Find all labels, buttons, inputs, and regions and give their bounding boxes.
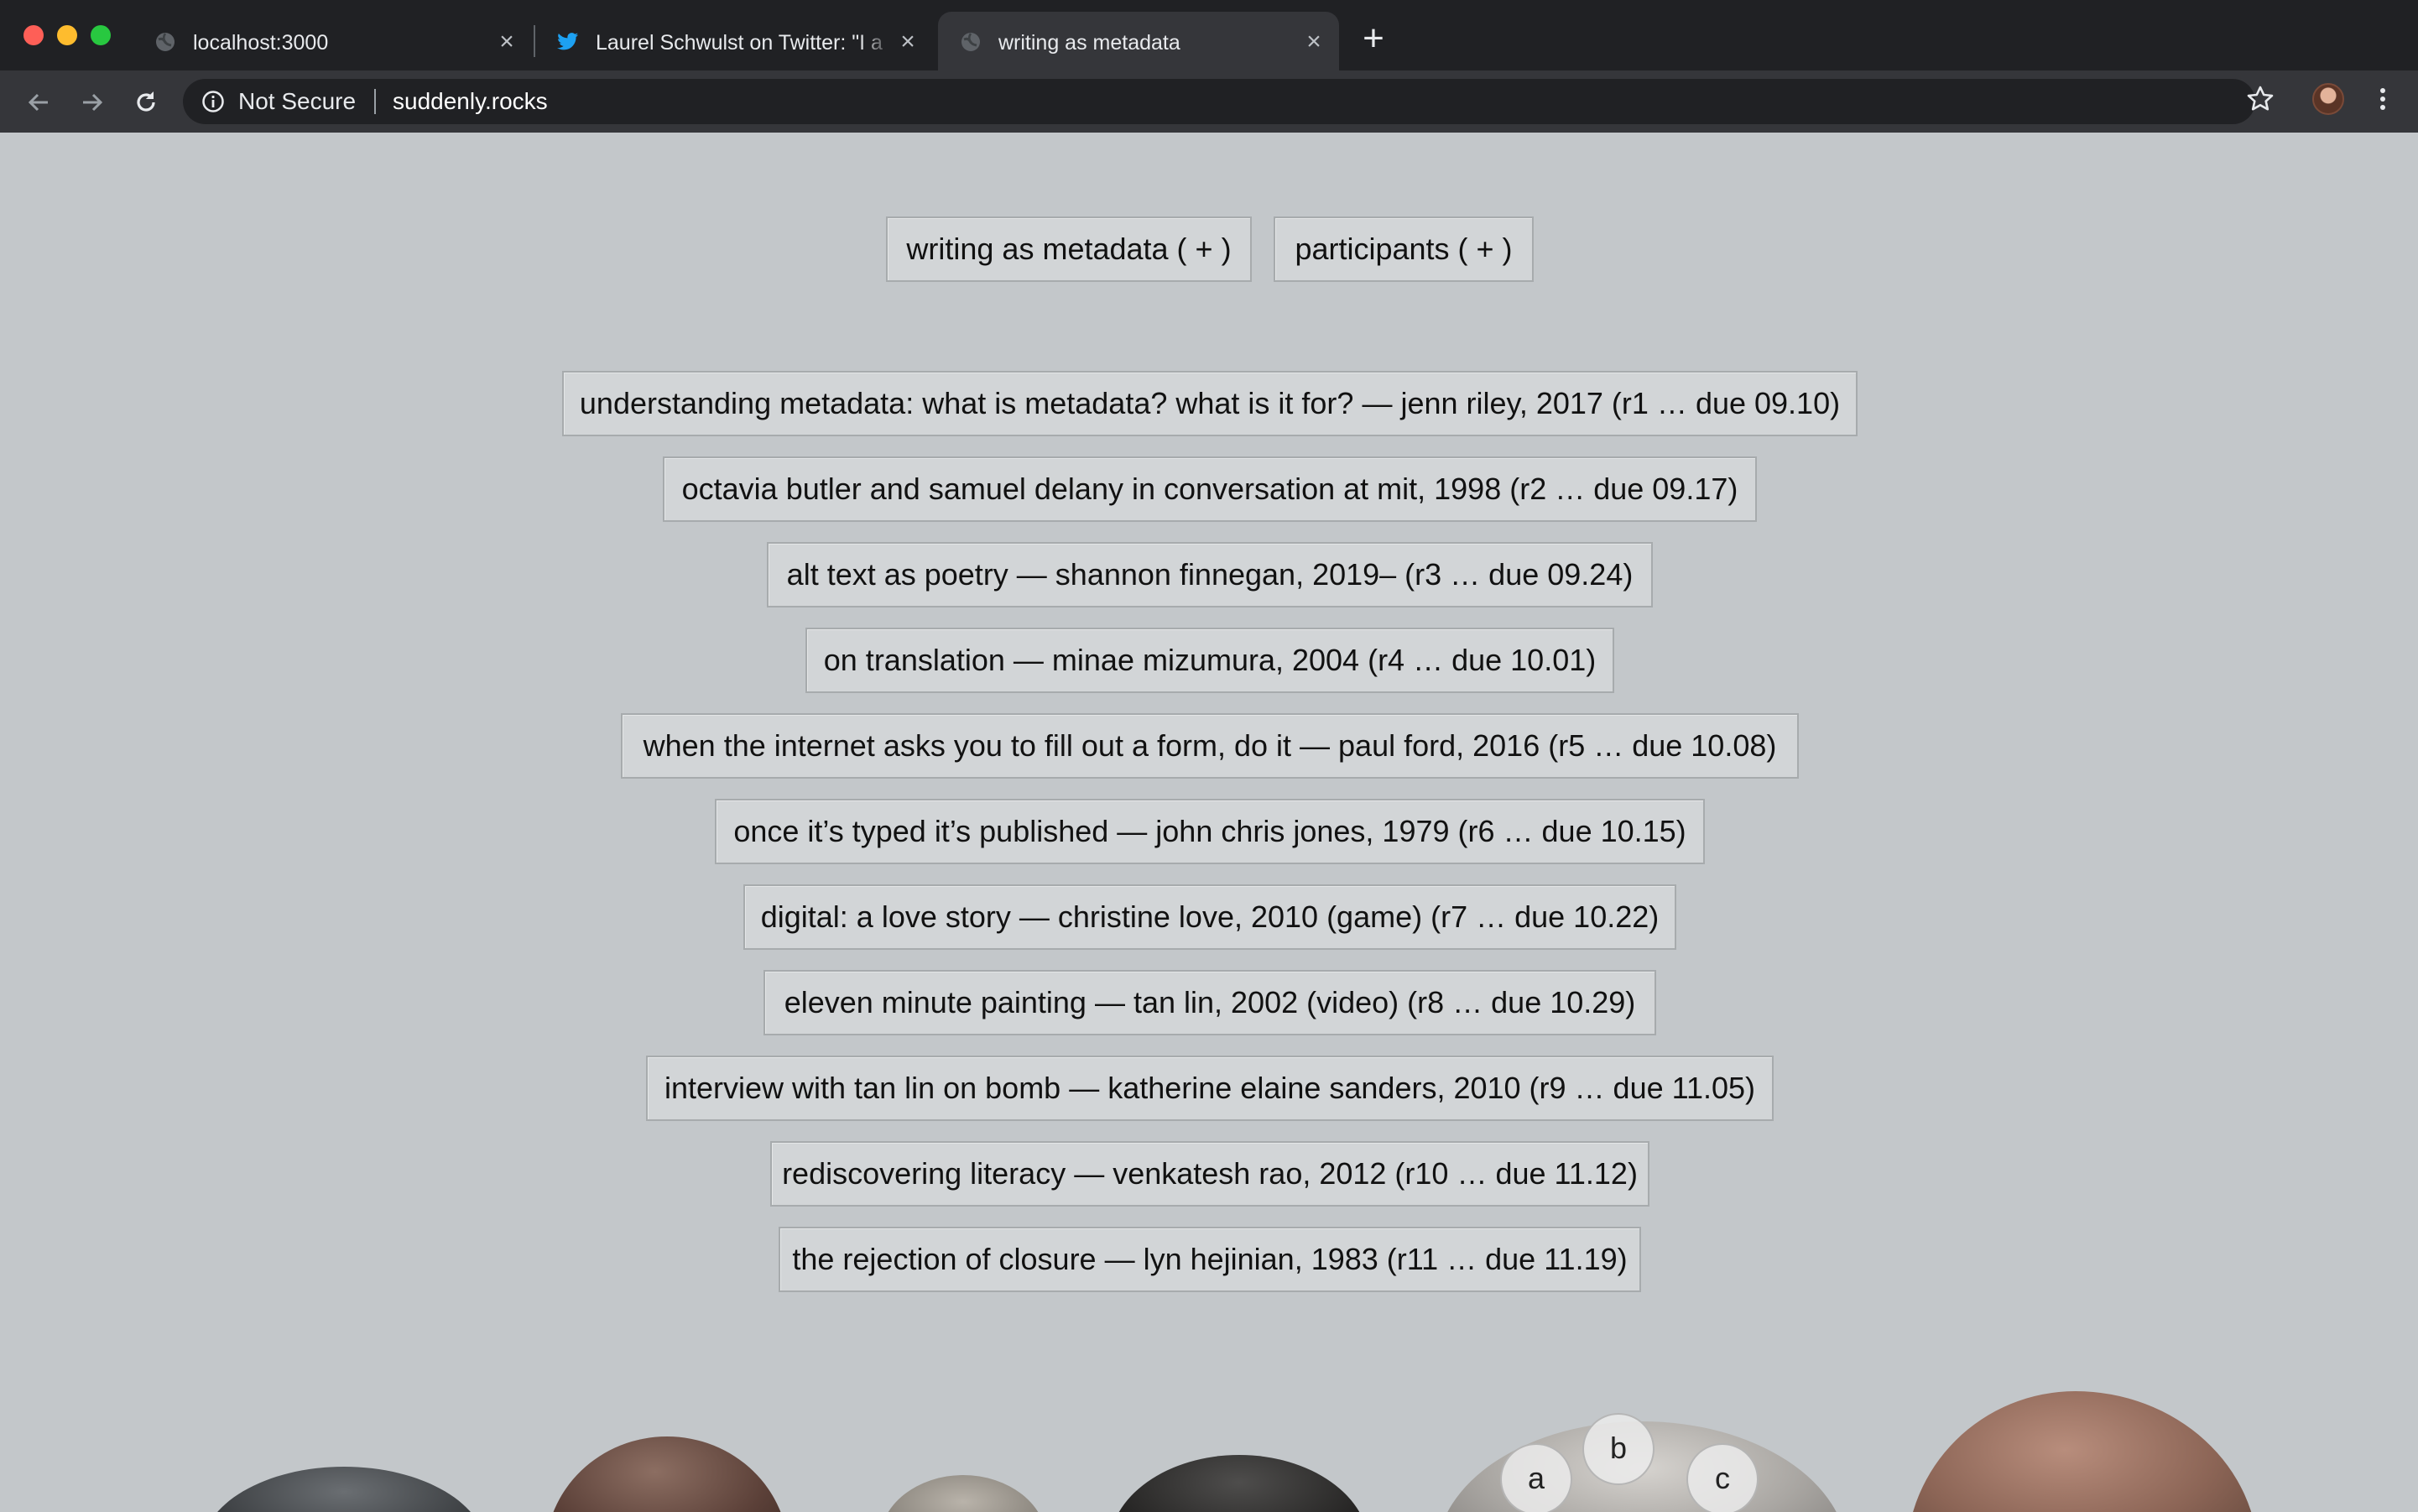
reading-r6-button[interactable]: once it’s typed it’s published — john ch…: [715, 799, 1705, 864]
tab-writing-as-metadata[interactable]: writing as metadata ×: [938, 12, 1339, 70]
minimize-window-button[interactable]: [57, 25, 77, 45]
zoom-window-button[interactable]: [91, 25, 111, 45]
more-menu-icon[interactable]: [2368, 84, 2398, 114]
participants-toggle[interactable]: participants ( + ): [1274, 216, 1534, 282]
security-status: Not Secure: [238, 88, 357, 114]
rock-letter-b[interactable]: b: [1582, 1413, 1655, 1485]
info-icon[interactable]: [201, 90, 225, 113]
rock-light-speckled[interactable]: [879, 1475, 1047, 1512]
page-content: writing as metadata ( + ) participants (…: [0, 133, 2418, 1512]
rock-letter-c[interactable]: c: [1686, 1443, 1759, 1512]
back-button[interactable]: [20, 84, 57, 121]
forward-button[interactable]: [74, 84, 111, 121]
reading-r1-button[interactable]: understanding metadata: what is metadata…: [562, 371, 1858, 436]
arrow-left-icon: [28, 93, 48, 112]
reading-r10-button[interactable]: rediscovering literacy — venkatesh rao, …: [770, 1141, 1649, 1207]
profile-avatar[interactable]: [2312, 83, 2344, 115]
browser-toolbar: Not Secure suddenly.rocks: [0, 70, 2418, 133]
tab-title: Laurel Schwulst on Twitter: "I a: [596, 31, 883, 55]
writing-as-metadata-toggle[interactable]: writing as metadata ( + ): [886, 216, 1252, 282]
tab-twitter[interactable]: Laurel Schwulst on Twitter: "I a ×: [535, 12, 935, 70]
reading-r3-button[interactable]: alt text as poetry — shannon finnegan, 2…: [767, 542, 1653, 607]
reading-r4-button[interactable]: on translation — minae mizumura, 2004 (r…: [805, 628, 1614, 693]
twitter-icon: [557, 31, 579, 53]
reading-r5-button[interactable]: when the internet asks you to fill out a…: [621, 713, 1799, 779]
reload-icon: [137, 91, 155, 112]
tab-localhost[interactable]: localhost:3000 ×: [133, 12, 535, 70]
rock-pink-granite[interactable]: [1906, 1391, 2259, 1512]
close-window-button[interactable]: [23, 25, 44, 45]
tab-title: writing as metadata: [998, 31, 1180, 55]
reading-r9-button[interactable]: interview with tan lin on bomb — katheri…: [646, 1056, 1774, 1121]
reading-r7-button[interactable]: digital: a love story — christine love, …: [743, 884, 1676, 950]
omnibox-divider: [374, 89, 376, 114]
rock-brown-granite[interactable]: [545, 1436, 789, 1512]
url-text[interactable]: suddenly.rocks: [393, 88, 548, 115]
reload-button[interactable]: [128, 84, 164, 121]
globe-icon: [154, 31, 176, 53]
reading-r8-button[interactable]: eleven minute painting — tan lin, 2002 (…: [763, 970, 1656, 1035]
reading-r11-button[interactable]: the rejection of closure — lyn hejinian,…: [779, 1227, 1641, 1292]
new-tab-button[interactable]: +: [1358, 20, 1389, 57]
reading-r2-button[interactable]: octavia butler and samuel delany in conv…: [663, 456, 1757, 522]
globe-icon: [960, 31, 982, 53]
tab-strip: localhost:3000 × Laurel Schwulst on Twit…: [0, 0, 2418, 70]
rock-letter-a[interactable]: a: [1500, 1443, 1572, 1512]
bookmark-star-icon[interactable]: [2245, 84, 2275, 114]
tab-title: localhost:3000: [193, 31, 329, 55]
rock-black-speckled[interactable]: [1109, 1455, 1369, 1512]
rock-dark-gray[interactable]: [201, 1467, 487, 1512]
address-bar[interactable]: Not Secure suddenly.rocks: [183, 79, 2255, 124]
close-tab-icon[interactable]: ×: [495, 29, 519, 55]
arrow-right-icon: [83, 93, 103, 112]
close-tab-icon[interactable]: ×: [1302, 29, 1326, 55]
close-tab-icon[interactable]: ×: [896, 29, 920, 55]
